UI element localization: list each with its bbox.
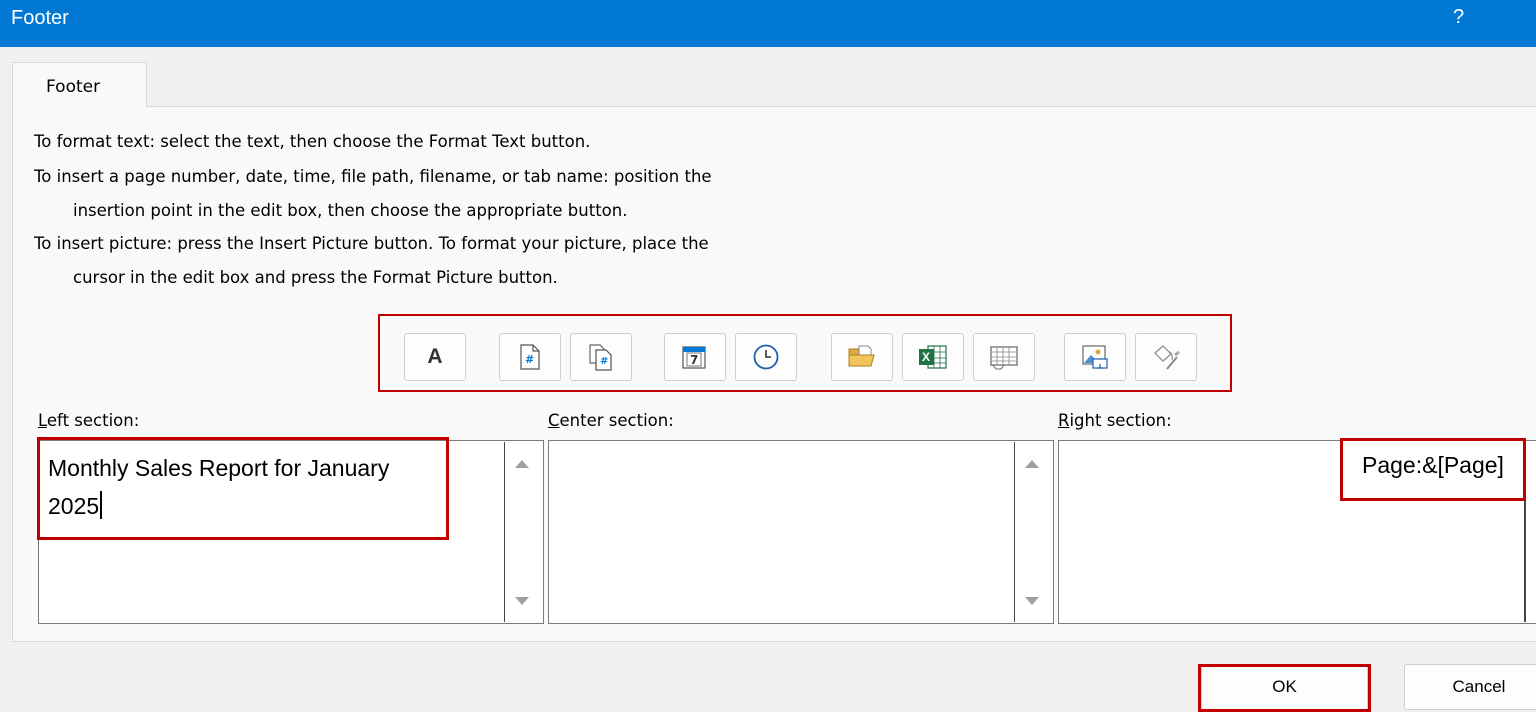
window-title: Footer (11, 7, 69, 29)
page-number-icon: # (520, 344, 540, 370)
insert-time-button[interactable] (735, 333, 797, 381)
center-section-label: Center section: (548, 411, 674, 430)
calendar-icon: 7 (682, 344, 708, 370)
number-of-pages-icon: # (588, 343, 614, 371)
help-button[interactable]: ? (1453, 6, 1464, 29)
clock-icon (753, 344, 779, 370)
insert-file-name-button[interactable]: X (902, 333, 964, 381)
left-section-text-line: Monthly Sales Report for January (48, 455, 390, 481)
ok-button[interactable]: OK (1201, 664, 1368, 710)
letter-a-icon: A (427, 345, 443, 368)
center-section-editbox[interactable] (548, 440, 1054, 624)
instruction-line: To format text: select the text, then ch… (34, 132, 591, 151)
right-section-label: Right section: (1058, 411, 1172, 430)
excel-icon: X (918, 343, 948, 371)
tab-footer-label: Footer (46, 77, 101, 97)
insert-file-path-button[interactable] (831, 333, 893, 381)
instruction-line: To insert picture: press the Insert Pict… (34, 234, 709, 253)
left-section-label: Left section: (38, 411, 140, 430)
insert-sheet-name-button[interactable] (973, 333, 1035, 381)
right-section-text: Page:&[Page] (1362, 452, 1504, 478)
left-section-scrollbar[interactable] (504, 442, 542, 622)
format-text-button[interactable]: A (404, 333, 466, 381)
scroll-down-icon[interactable] (1025, 597, 1039, 605)
scroll-down-icon[interactable] (515, 597, 529, 605)
cancel-button[interactable]: Cancel (1404, 664, 1536, 710)
right-section-scrollbar[interactable] (1524, 442, 1526, 622)
text-caret (100, 491, 103, 519)
scroll-up-icon[interactable] (515, 460, 529, 468)
insert-page-number-button[interactable]: # (499, 333, 561, 381)
title-bar: Footer ? (0, 0, 1536, 47)
picture-icon (1082, 345, 1108, 369)
format-picture-icon (1154, 345, 1180, 370)
instruction-line: cursor in the edit box and press the For… (73, 268, 558, 287)
tab-footer[interactable]: Footer (12, 62, 147, 108)
insert-number-of-pages-button[interactable]: # (570, 333, 632, 381)
scroll-up-icon[interactable] (1025, 460, 1039, 468)
instruction-line: To insert a page number, date, time, fil… (34, 167, 712, 186)
center-section-scrollbar[interactable] (1014, 442, 1052, 622)
sheet-grid-icon (990, 346, 1018, 370)
instruction-line: insertion point in the edit box, then ch… (73, 201, 628, 220)
left-section-text-line: 2025 (48, 487, 468, 525)
insert-picture-button[interactable] (1064, 333, 1126, 381)
left-section-text: Monthly Sales Report for January 2025 (48, 449, 468, 525)
insert-date-button[interactable]: 7 (664, 333, 726, 381)
folder-icon (848, 345, 875, 367)
format-picture-button[interactable] (1135, 333, 1197, 381)
